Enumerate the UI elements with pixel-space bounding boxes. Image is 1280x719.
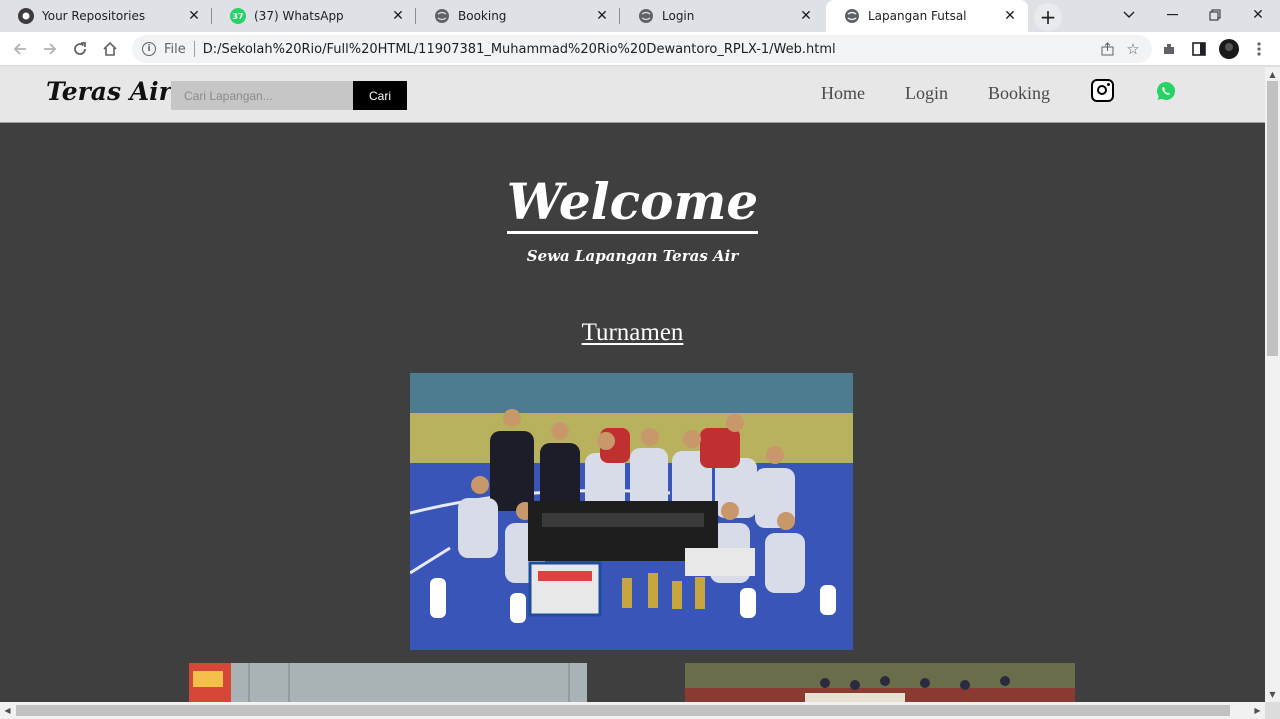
nav-login[interactable]: Login (905, 83, 948, 104)
url-text: D:/Sekolah%20Rio/Full%20HTML/11907381_Mu… (202, 41, 836, 57)
address-bar[interactable]: i File D:/Sekolah%20Rio/Full%20HTML/1190… (132, 35, 1152, 63)
github-icon (18, 8, 34, 24)
vertical-scroll-thumb[interactable] (1267, 81, 1278, 356)
scroll-down-arrow-icon[interactable]: ▼ (1265, 687, 1280, 702)
side-panel-icon[interactable] (1186, 36, 1212, 62)
welcome-heading: Welcome (0, 172, 1265, 234)
reload-icon[interactable] (67, 36, 93, 62)
scroll-left-arrow-icon[interactable]: ◀ (0, 703, 15, 718)
browser-toolbar: i File D:/Sekolah%20Rio/Full%20HTML/1190… (0, 32, 1280, 66)
extensions-icon[interactable] (1156, 36, 1182, 62)
tab-title: Booking (458, 9, 507, 23)
close-tab-icon[interactable]: ✕ (1000, 6, 1020, 26)
tournament-team-photo (410, 373, 853, 650)
new-tab-button[interactable]: + (1034, 3, 1062, 31)
instagram-icon[interactable] (1091, 79, 1114, 102)
tournament-photo-left (189, 663, 587, 702)
horizontal-scrollbar[interactable]: ◀ ▶ (0, 702, 1265, 719)
tab-title: Login (662, 9, 695, 23)
forward-icon[interactable] (37, 36, 63, 62)
close-tab-icon[interactable]: ✕ (592, 6, 612, 26)
tab-title: (37) WhatsApp (254, 9, 344, 23)
minimize-icon[interactable] (1150, 0, 1194, 30)
tab-strip: Your Repositories ✕ 37 (37) WhatsApp ✕ B… (0, 0, 1280, 32)
site-brand[interactable]: Teras Air (46, 77, 172, 106)
tab-search-icon[interactable] (1107, 0, 1151, 30)
scheme-label: File (164, 41, 186, 57)
horizontal-scroll-thumb[interactable] (16, 705, 1230, 716)
scroll-right-arrow-icon[interactable]: ▶ (1250, 703, 1265, 718)
whatsapp-icon[interactable] (1156, 81, 1176, 101)
tab-booking[interactable]: Booking ✕ (416, 0, 620, 32)
home-icon[interactable] (97, 36, 123, 62)
restore-icon[interactable] (1193, 0, 1237, 30)
nav-booking[interactable]: Booking (988, 83, 1050, 104)
globe-icon (638, 8, 654, 24)
menu-kebab-icon[interactable] (1246, 36, 1272, 62)
welcome-subtitle: Sewa Lapangan Teras Air (526, 247, 739, 265)
share-icon[interactable] (1094, 36, 1120, 62)
tournament-heading: Turnamen (581, 319, 684, 346)
tab-lapangan-futsal[interactable]: Lapangan Futsal ✕ (826, 0, 1028, 32)
close-tab-icon[interactable]: ✕ (388, 6, 408, 26)
info-icon[interactable]: i (142, 42, 156, 56)
tournament-photo-right (685, 663, 1075, 702)
search-input[interactable] (171, 81, 353, 110)
bookmark-star-icon[interactable]: ☆ (1120, 36, 1146, 62)
globe-icon (434, 8, 450, 24)
tab-title: Lapangan Futsal (868, 9, 967, 23)
vertical-scrollbar[interactable]: ▲ ▼ (1265, 67, 1280, 702)
whatsapp-icon: 37 (230, 8, 246, 24)
search-button[interactable]: Cari (353, 81, 407, 110)
site-navbar: Teras Air Cari Home Login Booking (0, 67, 1265, 123)
page-viewport: Teras Air Cari Home Login Booking Welcom… (0, 67, 1265, 702)
nav-home[interactable]: Home (821, 83, 865, 104)
scroll-up-arrow-icon[interactable]: ▲ (1265, 67, 1280, 82)
tab-whatsapp[interactable]: 37 (37) WhatsApp ✕ (212, 0, 416, 32)
close-window-icon[interactable]: ✕ (1236, 0, 1280, 30)
tab-login[interactable]: Login ✕ (620, 0, 824, 32)
profile-avatar[interactable] (1216, 36, 1242, 62)
tab-your-repositories[interactable]: Your Repositories ✕ (0, 0, 212, 32)
back-icon[interactable] (7, 36, 33, 62)
globe-icon (844, 8, 860, 24)
close-tab-icon[interactable]: ✕ (796, 6, 816, 26)
close-tab-icon[interactable]: ✕ (184, 6, 204, 26)
tab-title: Your Repositories (42, 9, 146, 23)
